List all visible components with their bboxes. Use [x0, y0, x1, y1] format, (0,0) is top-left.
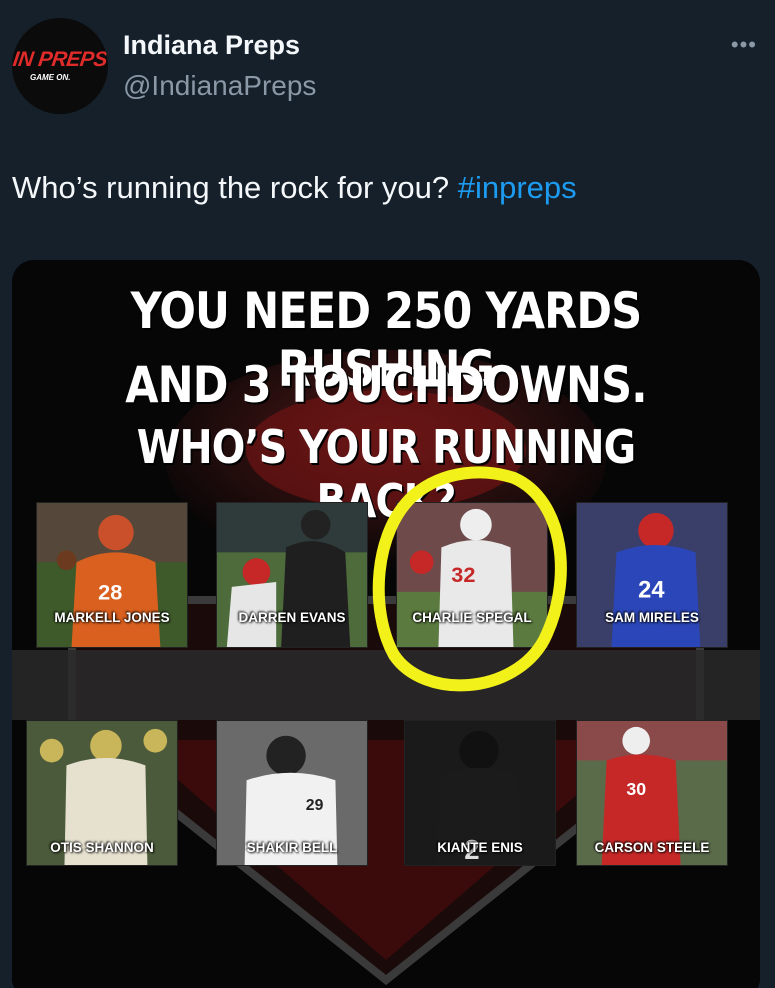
- more-horizontal-icon[interactable]: •••: [731, 32, 757, 58]
- headline-line-2: AND 3 TOUCHDOWNS.: [125, 356, 647, 414]
- display-name[interactable]: Indiana Preps: [123, 30, 300, 61]
- player-tile-carson-steele: 30 CARSON STEELE: [576, 720, 728, 866]
- player-tile-darren-evans: DARREN EVANS: [216, 502, 368, 648]
- player-name: MARKELL JONES: [54, 610, 170, 625]
- player-name: OTIS SHANNON: [50, 840, 154, 855]
- player-tile-otis-shannon: OTIS SHANNON: [26, 720, 178, 866]
- tweet-body: Who’s running the rock for you?: [12, 170, 458, 205]
- logo-sub-text: GAME ON.: [30, 73, 71, 82]
- player-name: SAM MIRELES: [605, 610, 699, 625]
- player-name: CARSON STEELE: [594, 840, 710, 855]
- player-tile-sam-mireles: 24 SAM MIRELES: [576, 502, 728, 648]
- in-preps-logo: IN PREPS GAME ON.: [12, 48, 108, 82]
- account-handle[interactable]: @IndianaPreps: [123, 70, 316, 102]
- player-name: KIANTE ENIS: [437, 840, 523, 855]
- player-name: DARREN EVANS: [238, 610, 346, 625]
- jersey-number: 24: [638, 578, 665, 604]
- hashtag-link[interactable]: #inpreps: [458, 170, 577, 205]
- jersey-number: 29: [306, 797, 324, 814]
- player-photo: [217, 503, 367, 647]
- player-photo: 28: [37, 503, 187, 647]
- jersey-number: 30: [626, 779, 646, 799]
- player-photo: 24: [577, 503, 727, 647]
- tweet-text: Who’s running the rock for you? #inpreps: [12, 170, 577, 206]
- player-tile-markell-jones: 28 MARKELL JONES: [36, 502, 188, 648]
- logo-main-text: IN PREPS: [12, 48, 108, 71]
- highlight-circle-annotation: [372, 466, 567, 692]
- player-tile-shakir-bell: 29 SHAKIR BELL: [216, 720, 368, 866]
- avatar[interactable]: IN PREPS GAME ON.: [12, 18, 108, 114]
- tweet-media-image[interactable]: YOU NEED 250 YARDS RUSHING AND 3 TOUCHDO…: [12, 260, 760, 988]
- jersey-number: 28: [98, 580, 122, 605]
- player-tile-kiante-enis: 2 KIANTE ENIS: [404, 720, 556, 866]
- player-name: SHAKIR BELL: [246, 840, 338, 855]
